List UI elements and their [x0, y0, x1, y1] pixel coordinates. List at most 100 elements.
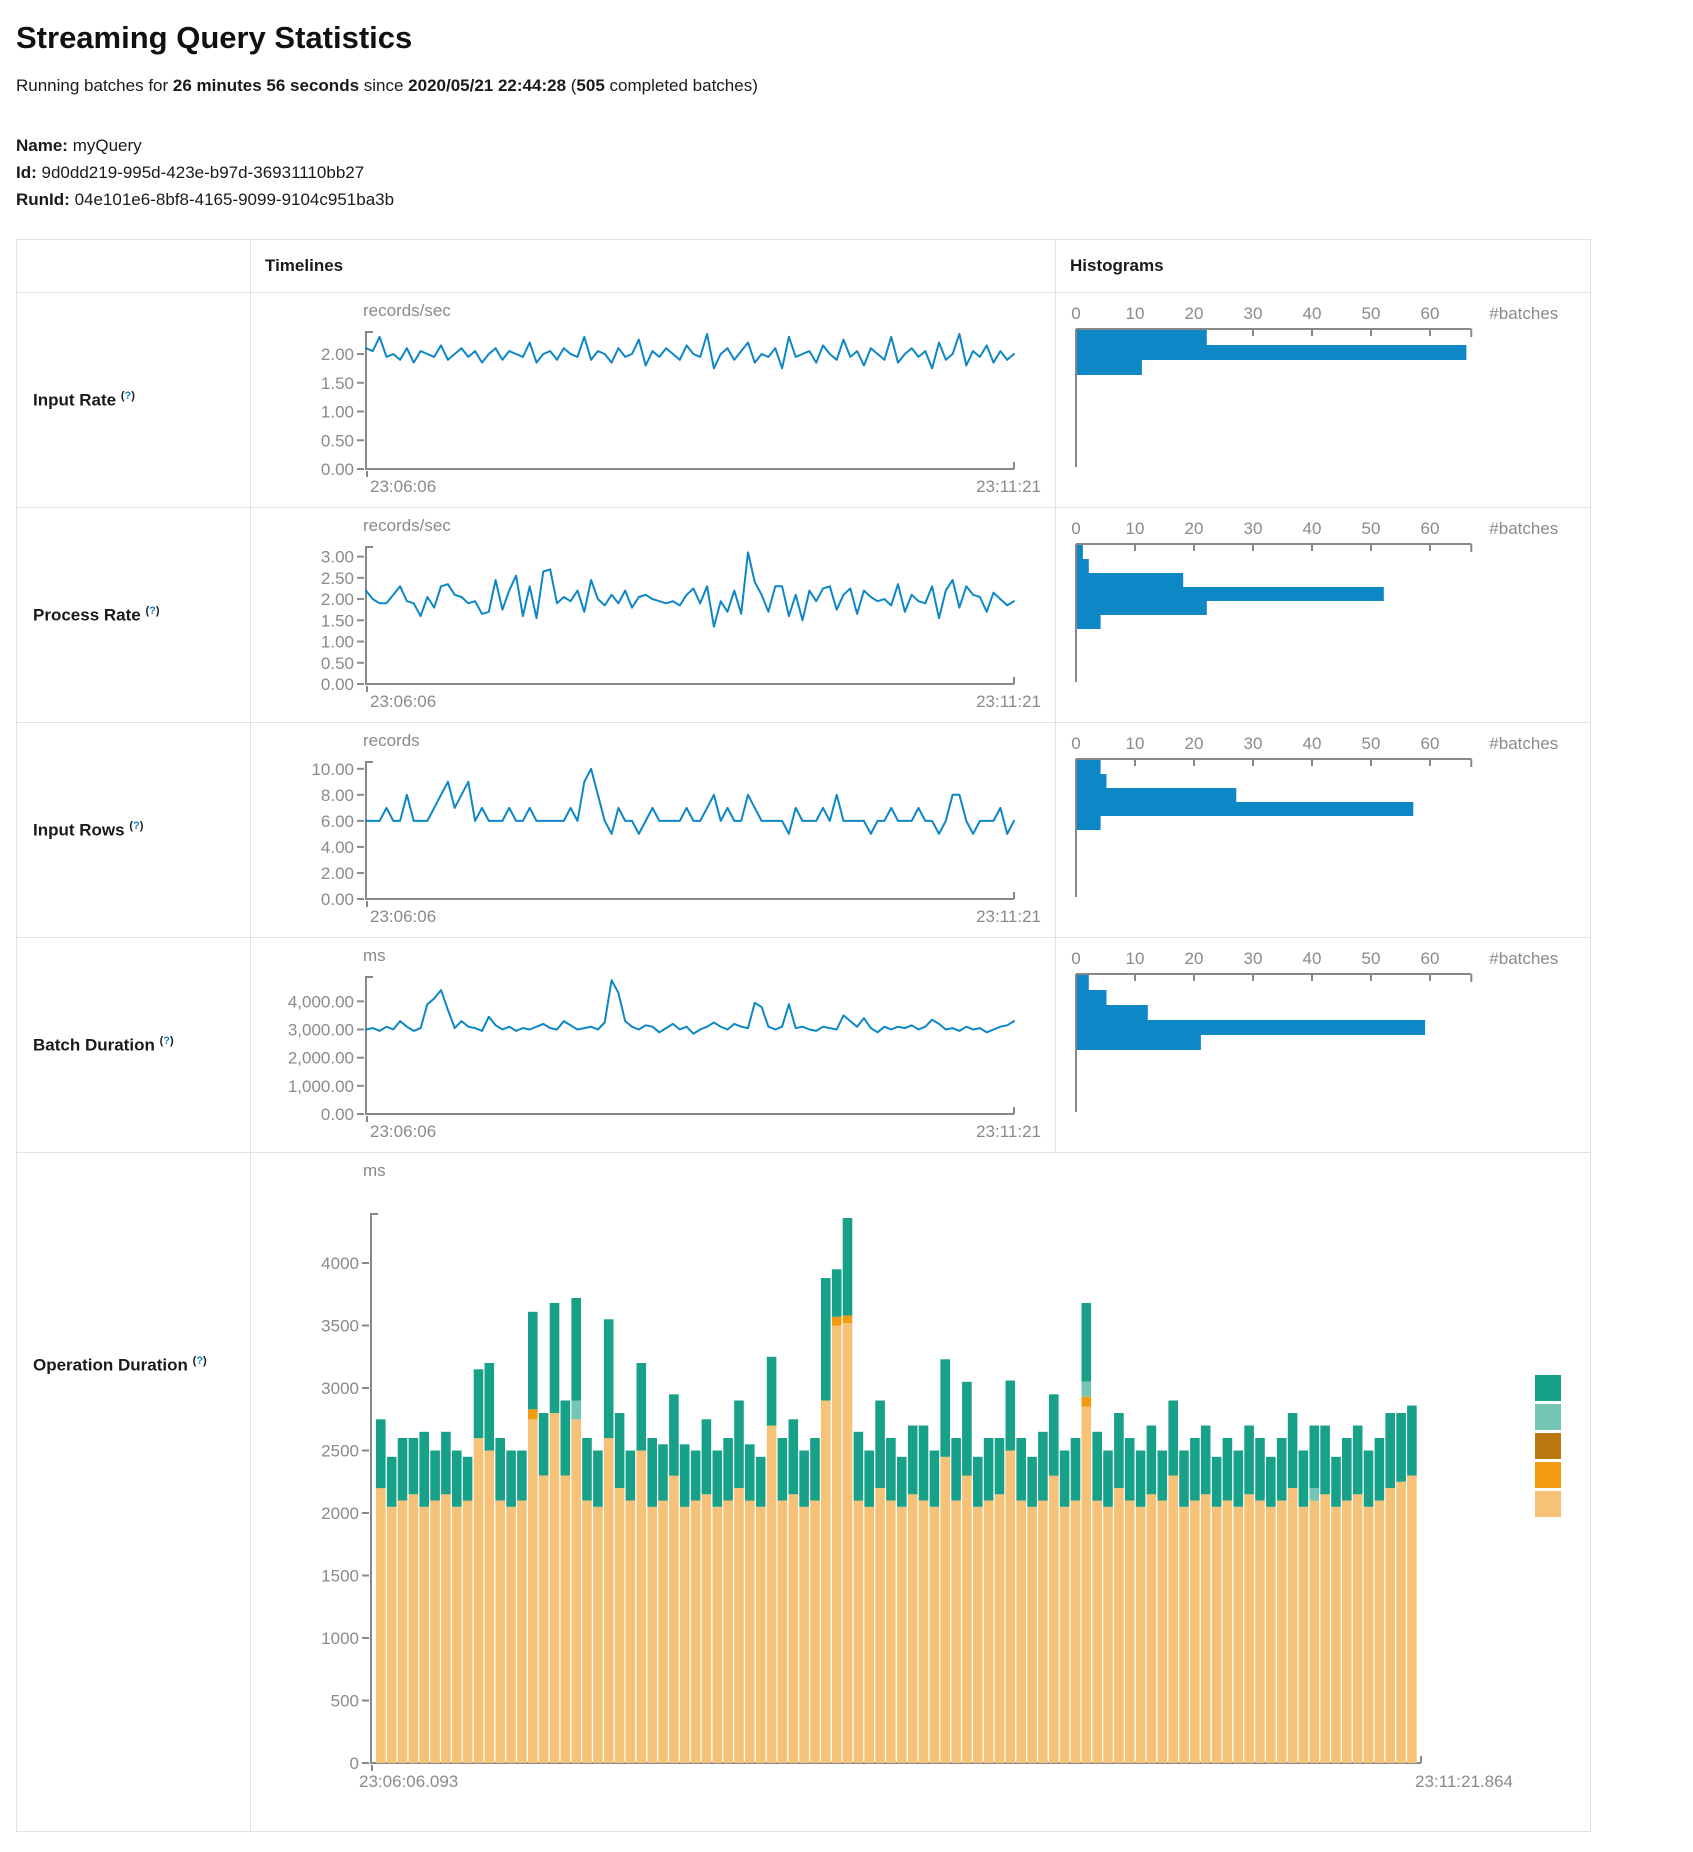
- svg-text:30: 30: [1244, 304, 1263, 323]
- query-name-value: myQuery: [73, 136, 142, 155]
- input-rows-row: Input Rows (?) records 0.002.004.006.008…: [17, 723, 1591, 938]
- timelines-header: Timelines: [251, 240, 1056, 293]
- svg-text:0.00: 0.00: [321, 675, 354, 694]
- process-rate-help-icon[interactable]: (?): [145, 605, 159, 617]
- svg-text:60: 60: [1421, 304, 1440, 323]
- svg-text:1.50: 1.50: [321, 374, 354, 393]
- svg-text:#batches: #batches: [1489, 949, 1558, 968]
- svg-text:#batches: #batches: [1489, 519, 1558, 538]
- process-rate-unit-label: records/sec: [363, 516, 1055, 538]
- svg-text:23:06:06: 23:06:06: [370, 477, 436, 496]
- input-rows-help-icon[interactable]: (?): [129, 820, 143, 832]
- svg-text:1000: 1000: [321, 1629, 359, 1648]
- svg-text:23:06:06.093: 23:06:06.093: [359, 1772, 458, 1791]
- process-rate-timeline-chart: 0.000.501.001.502.002.503.0023:06:0623:1…: [251, 538, 1056, 714]
- svg-text:23:11:21: 23:11:21: [976, 1122, 1041, 1141]
- batch-duration-histogram-cell: 0102030405060#batches: [1056, 938, 1591, 1153]
- page-title: Streaming Query Statistics: [16, 20, 1677, 56]
- batch-duration-timeline-cell: ms 0.001,000.002,000.003,000.004,000.002…: [251, 938, 1056, 1153]
- svg-text:4000: 4000: [321, 1254, 359, 1273]
- summary-suffix: completed batches): [605, 76, 758, 95]
- svg-text:3,000.00: 3,000.00: [288, 1021, 354, 1040]
- svg-text:500: 500: [331, 1692, 359, 1711]
- table-header-row: Timelines Histograms: [17, 240, 1591, 293]
- query-id-value: 9d0dd219-995d-423e-b97d-36931110bb27: [42, 163, 365, 182]
- svg-text:1.00: 1.00: [321, 633, 354, 652]
- svg-text:4.00: 4.00: [321, 838, 354, 857]
- svg-text:0.00: 0.00: [321, 1105, 354, 1124]
- svg-text:2000: 2000: [321, 1504, 359, 1523]
- input-rows-histogram-cell: 0102030405060#batches: [1056, 723, 1591, 938]
- svg-text:0: 0: [350, 1754, 359, 1773]
- svg-text:0: 0: [1071, 734, 1080, 753]
- operation-duration-chart: 0500100015002000250030003500400023:06:06…: [251, 1183, 1591, 1823]
- input-rate-help-icon[interactable]: (?): [121, 390, 135, 402]
- process-rate-label: Process Rate (?): [17, 508, 251, 723]
- svg-text:50: 50: [1362, 734, 1381, 753]
- svg-text:2.50: 2.50: [321, 569, 354, 588]
- svg-text:60: 60: [1421, 734, 1440, 753]
- svg-text:10: 10: [1126, 949, 1145, 968]
- svg-text:40: 40: [1303, 519, 1322, 538]
- process-rate-timeline-cell: records/sec 0.000.501.001.502.002.503.00…: [251, 508, 1056, 723]
- svg-text:2.00: 2.00: [321, 590, 354, 609]
- svg-text:0: 0: [1071, 519, 1080, 538]
- svg-text:2.00: 2.00: [321, 864, 354, 883]
- svg-text:23:06:06: 23:06:06: [370, 907, 436, 926]
- summary-since: since: [359, 76, 408, 95]
- svg-text:6.00: 6.00: [321, 812, 354, 831]
- batch-duration-unit-label: ms: [363, 946, 1055, 968]
- query-name-line: Name: myQuery: [16, 132, 1677, 159]
- svg-text:50: 50: [1362, 519, 1381, 538]
- query-runid-line: RunId: 04e101e6-8bf8-4165-9099-9104c951b…: [16, 186, 1677, 213]
- summary-paren: (: [566, 76, 576, 95]
- svg-text:0.50: 0.50: [321, 654, 354, 673]
- input-rate-timeline-cell: records/sec 0.000.501.001.502.0023:06:06…: [251, 293, 1056, 508]
- summary-duration: 26 minutes 56 seconds: [173, 76, 359, 95]
- query-runid-value: 04e101e6-8bf8-4165-9099-9104c951ba3b: [75, 190, 395, 209]
- operation-duration-help-icon[interactable]: (?): [193, 1355, 207, 1367]
- summary-start-time: 2020/05/21 22:44:28: [408, 76, 566, 95]
- summary-batch-count: 505: [576, 76, 604, 95]
- batch-duration-row: Batch Duration (?) ms 0.001,000.002,000.…: [17, 938, 1591, 1153]
- svg-text:60: 60: [1421, 519, 1440, 538]
- svg-text:10: 10: [1126, 304, 1145, 323]
- process-rate-histogram-cell: 0102030405060#batches: [1056, 508, 1591, 723]
- svg-text:60: 60: [1421, 949, 1440, 968]
- input-rows-label: Input Rows (?): [17, 723, 251, 938]
- svg-text:40: 40: [1303, 949, 1322, 968]
- svg-text:2500: 2500: [321, 1442, 359, 1461]
- svg-text:20: 20: [1185, 734, 1204, 753]
- svg-text:23:11:21: 23:11:21: [976, 907, 1041, 926]
- input-rate-histogram-cell: 0102030405060#batches: [1056, 293, 1591, 508]
- query-runid-label: RunId:: [16, 190, 70, 209]
- batch-duration-histogram-chart: 0102030405060#batches: [1056, 944, 1591, 1134]
- svg-text:0.50: 0.50: [321, 431, 354, 450]
- svg-text:3.00: 3.00: [321, 548, 354, 567]
- svg-text:40: 40: [1303, 304, 1322, 323]
- svg-text:10: 10: [1126, 734, 1145, 753]
- batch-duration-help-icon[interactable]: (?): [160, 1035, 174, 1047]
- svg-text:20: 20: [1185, 949, 1204, 968]
- svg-text:20: 20: [1185, 519, 1204, 538]
- input-rate-row: Input Rate (?) records/sec 0.000.501.001…: [17, 293, 1591, 508]
- svg-text:0.00: 0.00: [321, 890, 354, 909]
- histograms-header: Histograms: [1056, 240, 1591, 293]
- summary-prefix: Running batches for: [16, 76, 173, 95]
- svg-text:1500: 1500: [321, 1567, 359, 1586]
- svg-text:3000: 3000: [321, 1379, 359, 1398]
- svg-text:23:11:21: 23:11:21: [976, 477, 1041, 496]
- process-rate-histogram-chart: 0102030405060#batches: [1056, 514, 1591, 704]
- svg-text:4,000.00: 4,000.00: [288, 992, 354, 1011]
- svg-text:10: 10: [1126, 519, 1145, 538]
- batch-duration-timeline-chart: 0.001,000.002,000.003,000.004,000.0023:0…: [251, 968, 1056, 1144]
- input-rate-histogram-chart: 0102030405060#batches: [1056, 299, 1591, 489]
- svg-text:0.00: 0.00: [321, 460, 354, 479]
- input-rate-label: Input Rate (?): [17, 293, 251, 508]
- svg-text:40: 40: [1303, 734, 1322, 753]
- svg-text:50: 50: [1362, 304, 1381, 323]
- query-name-label: Name:: [16, 136, 68, 155]
- input-rate-unit-label: records/sec: [363, 301, 1055, 323]
- process-rate-row: Process Rate (?) records/sec 0.00 0.50 1.0…: [17, 508, 1591, 723]
- svg-text:10.00: 10.00: [311, 760, 354, 779]
